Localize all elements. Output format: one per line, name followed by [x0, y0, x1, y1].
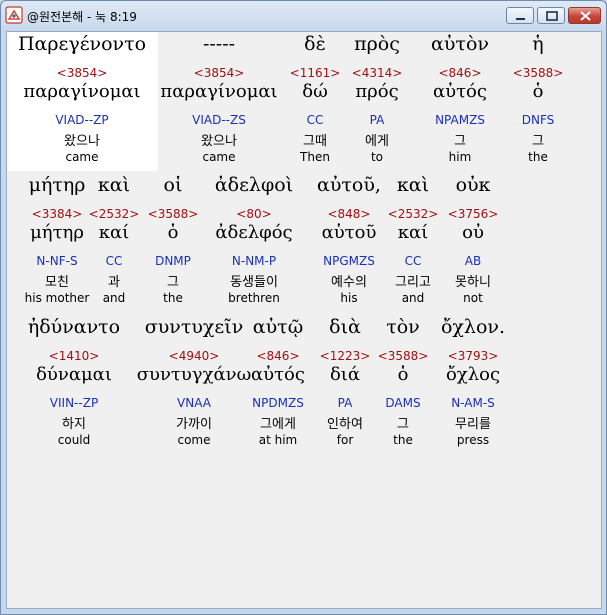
app-logo-icon[interactable]	[5, 6, 23, 24]
close-button[interactable]	[568, 7, 601, 24]
interlinear-text-area[interactable]: Παρεγένοντο <3854> παραγίνομαι VIAD--ZP 왔으나 c…	[6, 31, 602, 609]
greek-word: ὄχλον.	[440, 316, 506, 338]
minimize-icon	[516, 18, 525, 20]
greek-word: οὐκ	[455, 174, 491, 196]
korean-gloss: 못하니	[455, 275, 491, 290]
greek-word: ἡ	[532, 33, 544, 55]
strong-number: <3588>	[512, 66, 564, 80]
title-bar[interactable]: @원전본해 - 눅 8:19	[1, 1, 606, 31]
korean-gloss: 그	[532, 134, 544, 149]
parsing-code: N-AM-S	[451, 396, 495, 410]
parsing-code: AB	[464, 254, 482, 268]
app-window: @원전본해 - 눅 8:19 Παρεγένοντο <3854> παραγίνο…	[0, 0, 607, 615]
lemma-word: ὁ	[532, 81, 544, 102]
english-gloss: the	[528, 150, 548, 164]
strong-number: <3793>	[447, 349, 499, 363]
maximize-button[interactable]	[537, 7, 565, 24]
window-title: @원전본해 - 눅 8:19	[27, 10, 137, 24]
lemma-word: οὐ	[462, 222, 484, 243]
maximize-icon	[546, 11, 558, 21]
lemma-word: ὄχλος	[445, 364, 501, 385]
english-gloss: not	[463, 291, 483, 305]
close-icon	[580, 11, 591, 21]
korean-gloss: 무리를	[455, 417, 491, 432]
strong-number: <3756>	[447, 207, 499, 221]
english-gloss: press	[456, 433, 490, 447]
minimize-button[interactable]	[506, 7, 534, 24]
parsing-code: DNFS	[521, 113, 555, 127]
